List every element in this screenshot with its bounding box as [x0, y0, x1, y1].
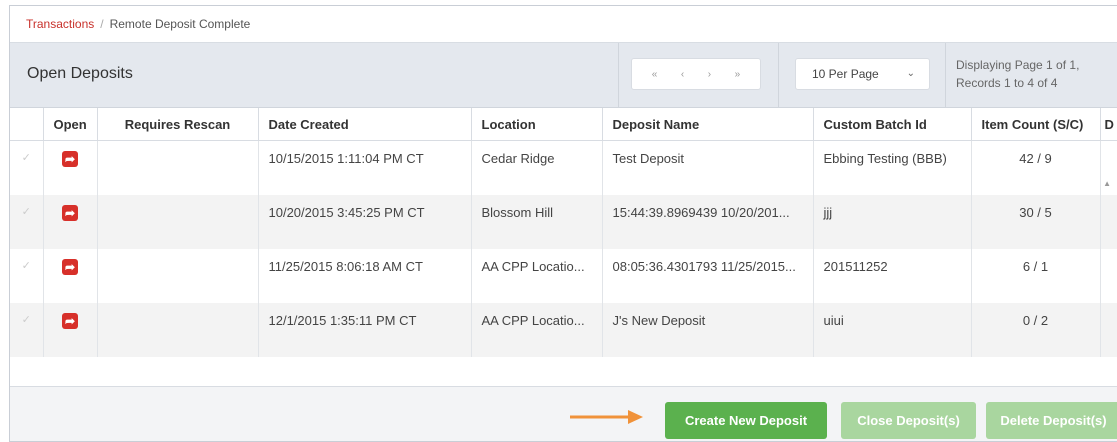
- checkmark-icon: ✓: [21, 313, 31, 326]
- row-checkbox[interactable]: ✓: [10, 194, 44, 249]
- open-cell: ➦: [43, 194, 98, 249]
- prev-page-button[interactable]: ‹: [681, 69, 684, 80]
- table-row[interactable]: ✓ ➦ 12/1/2015 1:35:11 PM CT AA CPP Locat…: [10, 302, 1117, 357]
- custom-batch-id-cell: Ebbing Testing (BBB): [813, 140, 972, 195]
- column-requires-rescan[interactable]: Requires Rescan: [97, 108, 259, 141]
- date-created-cell: 10/20/2015 3:45:25 PM CT: [258, 194, 472, 249]
- create-new-deposit-button[interactable]: Create New Deposit: [665, 402, 827, 439]
- column-deposit-name[interactable]: Deposit Name: [602, 108, 814, 141]
- row-checkbox[interactable]: ✓: [10, 140, 44, 195]
- column-location[interactable]: Location: [471, 108, 603, 141]
- breadcrumb-link-transactions[interactable]: Transactions: [26, 17, 94, 31]
- first-page-button[interactable]: «: [652, 69, 658, 80]
- date-created-cell: 11/25/2015 8:06:18 AM CT: [258, 248, 472, 303]
- open-cell: ➦: [43, 248, 98, 303]
- row-checkbox[interactable]: ✓: [10, 302, 44, 357]
- table-header-row: Open Requires Rescan Date Created Locati…: [10, 108, 1117, 141]
- column-open[interactable]: Open: [43, 108, 98, 141]
- truncated-cell: [1100, 249, 1117, 303]
- date-created-cell: 10/15/2015 1:11:04 PM CT: [258, 140, 472, 195]
- page-title: Open Deposits: [27, 65, 133, 82]
- column-truncated[interactable]: D: [1100, 108, 1117, 141]
- column-custom-batch-id[interactable]: Custom Batch Id: [813, 108, 972, 141]
- open-arrow-icon[interactable]: ➦: [62, 151, 78, 167]
- last-page-button[interactable]: »: [735, 69, 741, 80]
- close-deposits-button[interactable]: Close Deposit(s): [841, 402, 976, 439]
- item-count-cell: 42 / 9: [971, 140, 1101, 195]
- column-item-count[interactable]: Item Count (S/C): [971, 108, 1101, 141]
- custom-batch-id-cell: uiui: [813, 302, 972, 357]
- table-row[interactable]: ✓ ➦ 10/15/2015 1:11:04 PM CT Cedar Ridge…: [10, 140, 1117, 195]
- scroll-up-icon[interactable]: ▲: [1103, 179, 1111, 188]
- deposit-name-cell: J's New Deposit: [602, 302, 814, 357]
- location-cell: AA CPP Locatio...: [471, 248, 603, 303]
- deposit-name-cell: Test Deposit: [602, 140, 814, 195]
- custom-batch-id-cell: jjj: [813, 194, 972, 249]
- page-info-line1: Displaying Page 1 of 1,: [956, 58, 1080, 72]
- row-checkbox[interactable]: ✓: [10, 248, 44, 303]
- checkmark-icon: ✓: [21, 205, 31, 218]
- item-count-cell: 6 / 1: [971, 248, 1101, 303]
- requires-rescan-cell: [97, 194, 259, 249]
- deposits-panel: Transactions / Remote Deposit Complete Ope…: [9, 5, 1117, 442]
- deposit-name-cell: 08:05:36.4301793 11/25/2015...: [602, 248, 814, 303]
- requires-rescan-cell: [97, 140, 259, 195]
- table-row[interactable]: ✓ ➦ 10/20/2015 3:45:25 PM CT Blossom Hil…: [10, 194, 1117, 249]
- delete-deposits-button[interactable]: Delete Deposit(s): [986, 402, 1117, 439]
- header-divider: [945, 43, 946, 107]
- requires-rescan-cell: [97, 248, 259, 303]
- per-page-value: 10 Per Page: [812, 67, 879, 81]
- pagination-control: « ‹ › »: [631, 58, 761, 90]
- breadcrumb-current: Remote Deposit Complete: [109, 17, 251, 31]
- open-arrow-icon[interactable]: ➦: [62, 312, 78, 329]
- truncated-cell: [1100, 194, 1117, 249]
- column-date-created[interactable]: Date Created: [258, 108, 472, 141]
- item-count-cell: 30 / 5: [971, 194, 1101, 249]
- requires-rescan-cell: [97, 302, 259, 357]
- checkmark-icon: ✓: [21, 259, 31, 272]
- open-arrow-icon[interactable]: ➦: [62, 204, 78, 221]
- deposits-table: Open Requires Rescan Date Created Locati…: [10, 108, 1117, 357]
- location-cell: Cedar Ridge: [471, 140, 603, 195]
- open-arrow-icon[interactable]: ➦: [62, 258, 78, 275]
- date-created-cell: 12/1/2015 1:35:11 PM CT: [258, 302, 472, 357]
- open-cell: ➦: [43, 140, 98, 195]
- table-row[interactable]: ✓ ➦ 11/25/2015 8:06:18 AM CT AA CPP Loca…: [10, 248, 1117, 303]
- chevron-down-icon: ⌄: [906, 68, 915, 79]
- location-cell: AA CPP Locatio...: [471, 302, 603, 357]
- custom-batch-id-cell: 201511252: [813, 248, 972, 303]
- breadcrumb: Transactions / Remote Deposit Complete: [10, 6, 1117, 43]
- panel-footer: Create New Deposit Close Deposit(s) Dele…: [10, 386, 1117, 441]
- item-count-cell: 0 / 2: [971, 302, 1101, 357]
- per-page-select[interactable]: 10 Per Page ⌄: [795, 58, 930, 90]
- location-cell: Blossom Hill: [471, 194, 603, 249]
- page-info-line2: Records 1 to 4 of 4: [956, 76, 1058, 90]
- breadcrumb-separator: /: [100, 17, 104, 31]
- open-cell: ➦: [43, 302, 98, 357]
- next-page-button[interactable]: ›: [708, 69, 711, 80]
- column-select: [10, 108, 44, 141]
- checkmark-icon: ✓: [21, 152, 31, 164]
- header-divider: [778, 43, 779, 107]
- arrow-pointer-icon: [570, 410, 643, 424]
- truncated-cell: [1100, 302, 1117, 357]
- deposit-name-cell: 15:44:39.8969439 10/20/201...: [602, 194, 814, 249]
- panel-header: Open Deposits « ‹ › » 10 Per Page ⌄ Disp…: [10, 43, 1117, 108]
- page-info: Displaying Page 1 of 1, Records 1 to 4 o…: [956, 56, 1079, 92]
- header-divider: [618, 43, 619, 107]
